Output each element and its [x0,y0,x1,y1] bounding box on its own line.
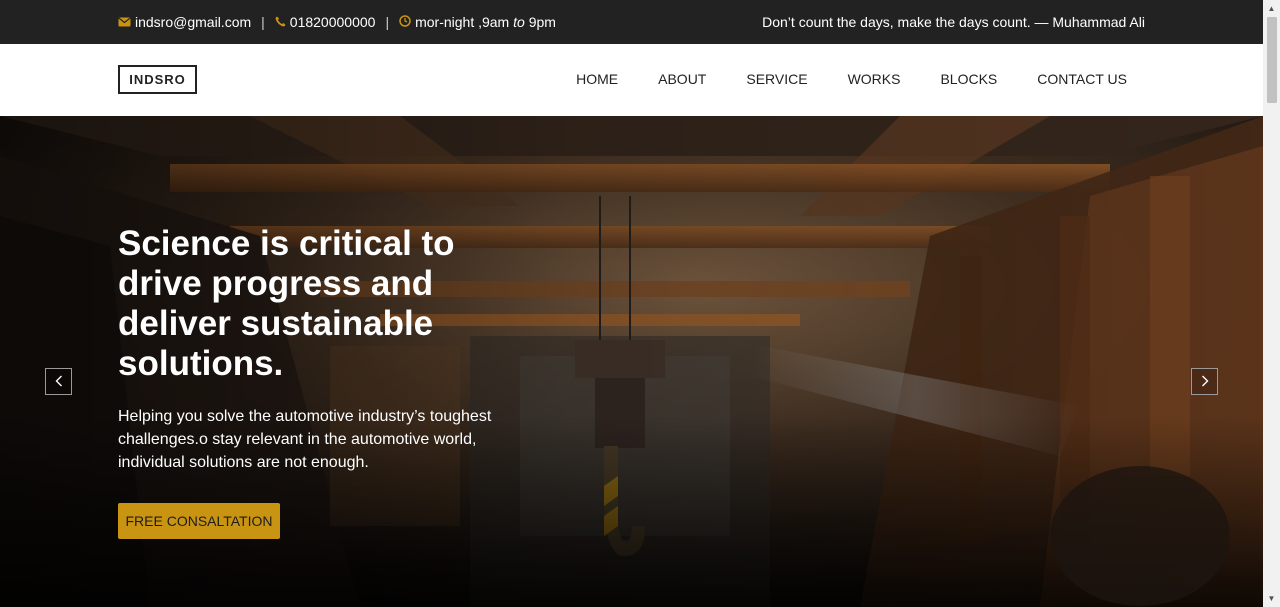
contact-info: indsro@gmail.com | 01820000000 | mor-nig… [118,14,556,30]
hours-suffix: 9pm [524,14,556,30]
hours-prefix: mor-night ,9am [415,14,514,30]
nav-item-about[interactable]: ABOUT [658,71,706,87]
hours-to: to [513,14,525,30]
clock-icon [399,14,411,30]
hours-item: mor-night ,9am to 9pm [399,14,556,30]
free-consultation-button[interactable]: FREE CONSALTATION [118,503,280,539]
main-navbar: INDSRO HOME ABOUT SERVICE WORKS BLOCKS C… [0,44,1263,116]
hero-slider: Science is critical to drive progress an… [0,116,1263,607]
header-quote: Don’t count the days, make the days coun… [762,14,1145,30]
hero-title: Science is critical to drive progress an… [118,224,455,383]
scrollbar-thumb[interactable] [1267,17,1277,103]
envelope-icon [118,14,131,30]
page-scrollbar[interactable]: ▲ ▼ [1263,0,1280,607]
nav-item-home[interactable]: HOME [576,71,618,87]
nav-item-blocks[interactable]: BLOCKS [940,71,997,87]
nav-menu: HOME ABOUT SERVICE WORKS BLOCKS CONTACT … [536,71,1127,87]
scroll-up-arrow-icon[interactable]: ▲ [1263,0,1280,17]
phone-text: 01820000000 [289,14,376,30]
nav-item-service[interactable]: SERVICE [746,71,807,87]
nav-item-contact-us[interactable]: CONTACT US [1037,71,1127,87]
top-bar: indsro@gmail.com | 01820000000 | mor-nig… [0,0,1263,44]
scroll-down-arrow-icon[interactable]: ▼ [1263,590,1280,607]
hero-description: Helping you solve the automotive industr… [118,408,492,471]
separator: | [385,14,390,30]
nav-item-works[interactable]: WORKS [848,71,901,87]
phone-item[interactable]: 01820000000 [275,14,376,30]
chevron-left-icon [55,374,63,390]
phone-icon [275,14,286,30]
slider-next-button[interactable] [1191,368,1218,395]
email-item[interactable]: indsro@gmail.com [118,14,251,30]
page: indsro@gmail.com | 01820000000 | mor-nig… [0,0,1263,607]
chevron-right-icon [1201,374,1209,390]
separator: | [261,14,265,30]
site-logo[interactable]: INDSRO [118,65,197,94]
email-text: indsro@gmail.com [135,14,252,30]
slider-prev-button[interactable] [45,368,72,395]
